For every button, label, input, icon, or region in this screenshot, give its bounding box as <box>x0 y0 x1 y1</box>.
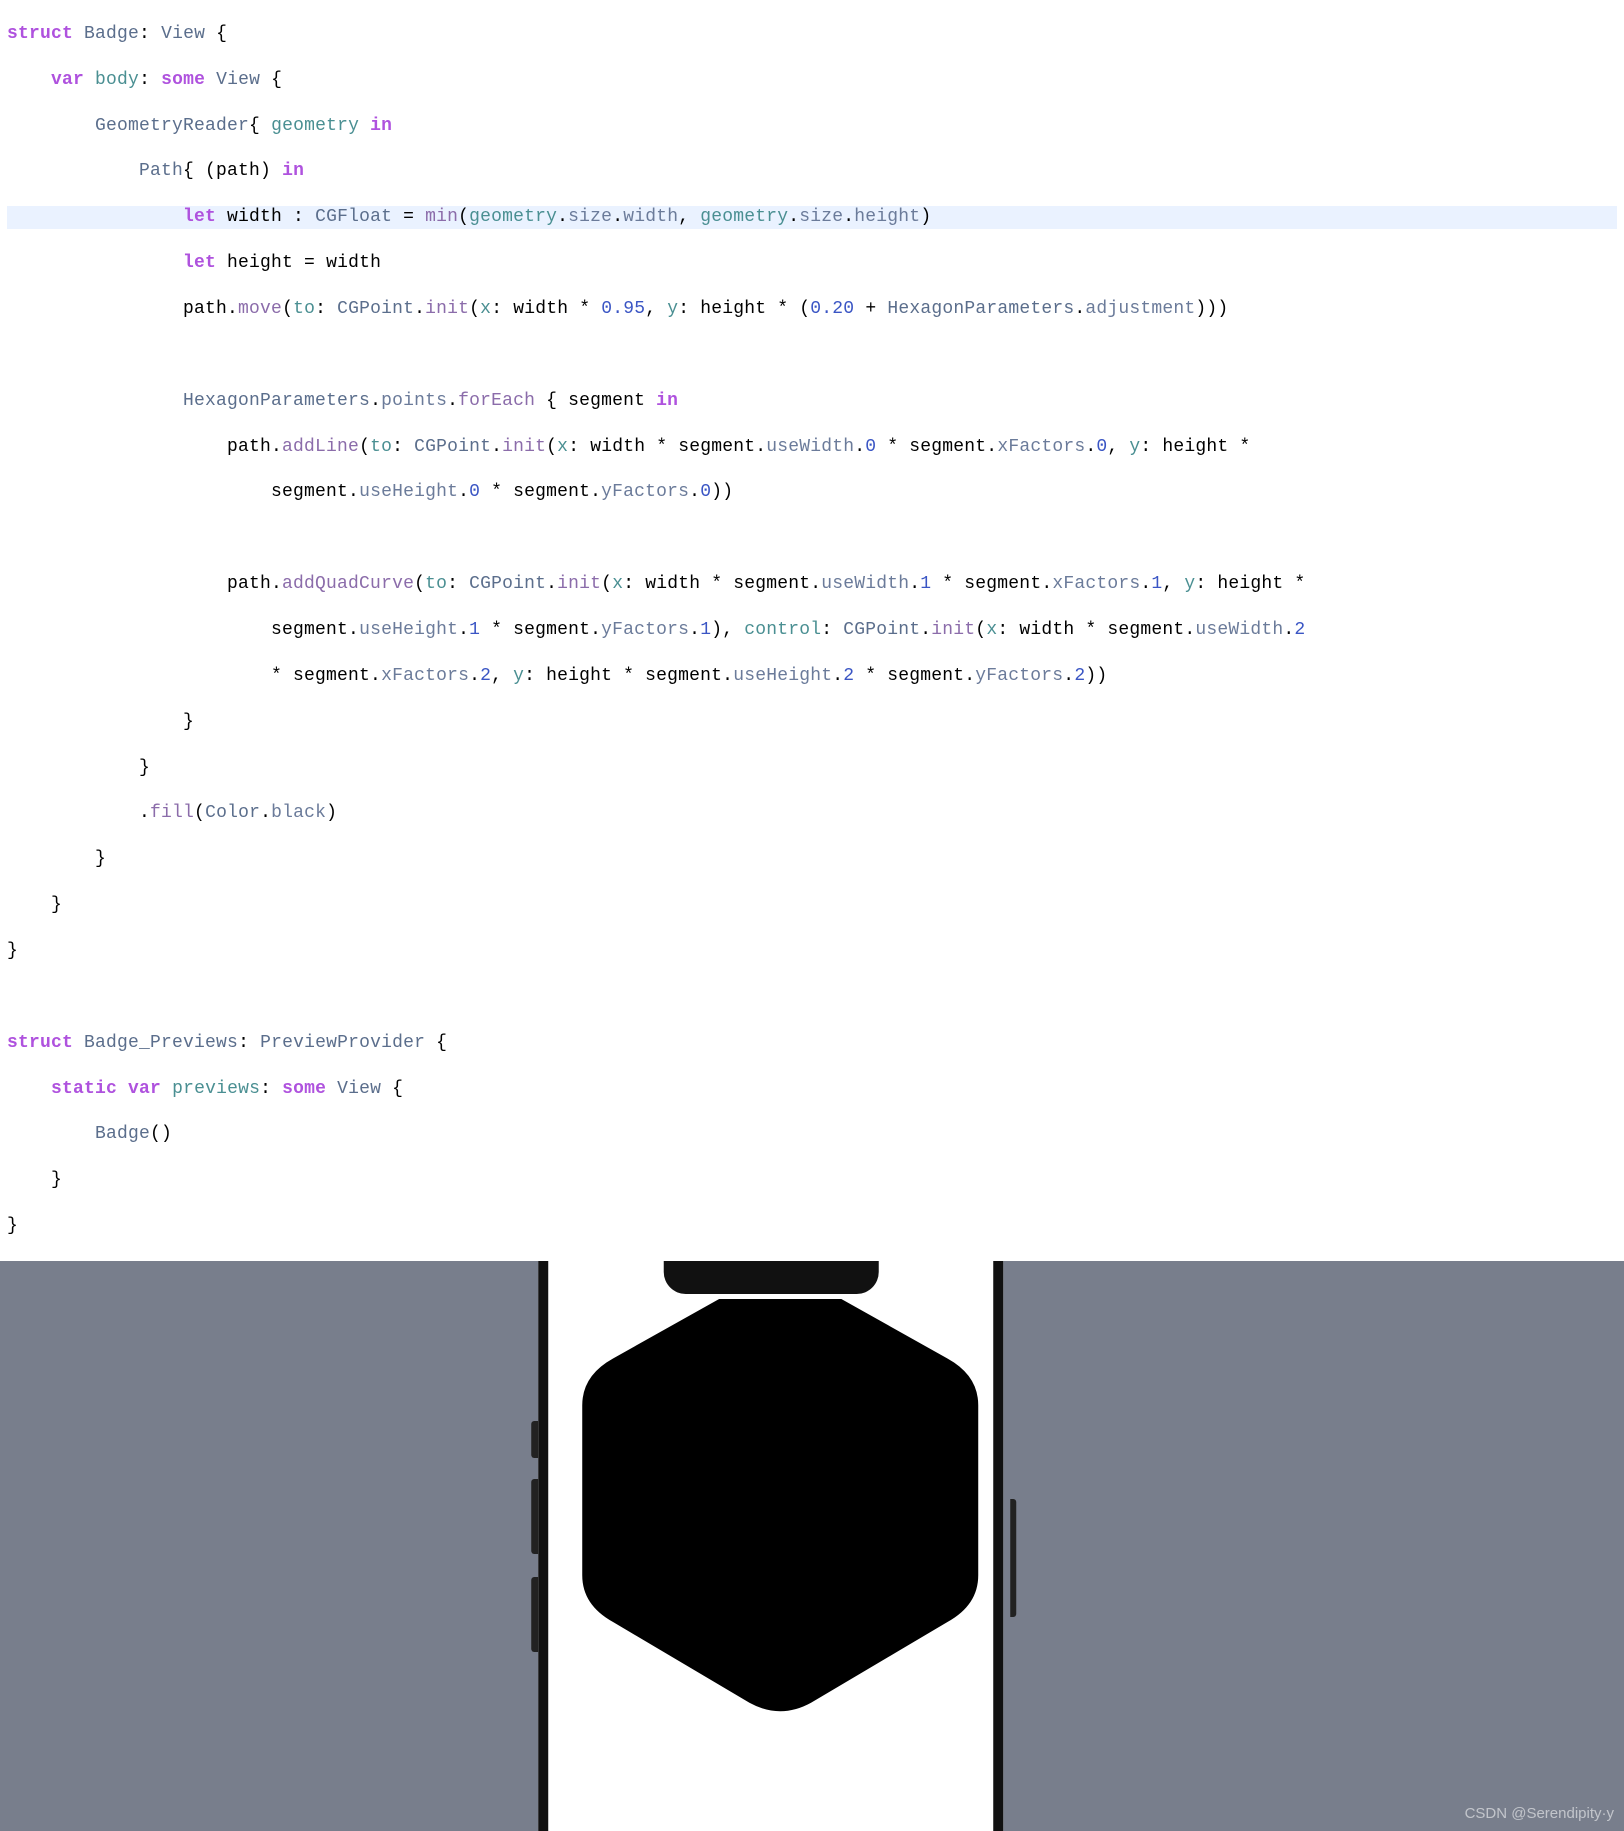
code-line: } <box>7 1169 1617 1192</box>
code-line: segment.useHeight.0 * segment.yFactors.0… <box>7 481 1617 504</box>
code-line: } <box>7 848 1617 871</box>
code-line <box>7 986 1617 1009</box>
code-line: .fill(Color.black) <box>7 802 1617 825</box>
code-line: var body: some View { <box>7 69 1617 92</box>
code-line: * segment.xFactors.2, y: height * segmen… <box>7 665 1617 688</box>
code-editor[interactable]: struct Badge: View { var body: some View… <box>0 0 1624 1261</box>
code-line: static var previews: some View { <box>7 1078 1617 1101</box>
badge-hexagon-shape <box>560 1299 1000 1724</box>
code-line: segment.useHeight.1 * segment.yFactors.1… <box>7 619 1617 642</box>
code-line: } <box>7 711 1617 734</box>
code-line: HexagonParameters.points.forEach { segme… <box>7 390 1617 413</box>
phone-screen <box>538 1261 1003 1831</box>
code-line-highlighted: let width : CGFloat = min(geometry.size.… <box>7 206 1617 229</box>
phone-button-power <box>1010 1499 1016 1617</box>
iphone-simulator <box>538 1261 1010 1831</box>
watermark-text: CSDN @Serendipity·y <box>1465 1804 1614 1823</box>
code-line: struct Badge_Previews: PreviewProvider { <box>7 1032 1617 1055</box>
code-line: let height = width <box>7 252 1617 275</box>
code-line: path.addQuadCurve(to: CGPoint.init(x: wi… <box>7 573 1617 596</box>
code-line: Path{ (path) in <box>7 160 1617 183</box>
code-line: } <box>7 894 1617 917</box>
code-line: Badge() <box>7 1123 1617 1146</box>
code-line: path.addLine(to: CGPoint.init(x: width *… <box>7 436 1617 459</box>
phone-button-volume-down <box>531 1577 538 1652</box>
phone-notch <box>663 1261 878 1294</box>
preview-canvas[interactable]: CSDN @Serendipity·y <box>0 1261 1624 1831</box>
code-line: } <box>7 1215 1617 1238</box>
phone-button-volume-up <box>531 1479 538 1554</box>
code-line: GeometryReader{ geometry in <box>7 115 1617 138</box>
code-line: } <box>7 940 1617 963</box>
code-line: } <box>7 757 1617 780</box>
phone-button-silent <box>531 1421 538 1458</box>
code-line: path.move(to: CGPoint.init(x: width * 0.… <box>7 298 1617 321</box>
code-line <box>7 344 1617 367</box>
code-line: struct Badge: View { <box>7 23 1617 46</box>
code-line <box>7 527 1617 550</box>
